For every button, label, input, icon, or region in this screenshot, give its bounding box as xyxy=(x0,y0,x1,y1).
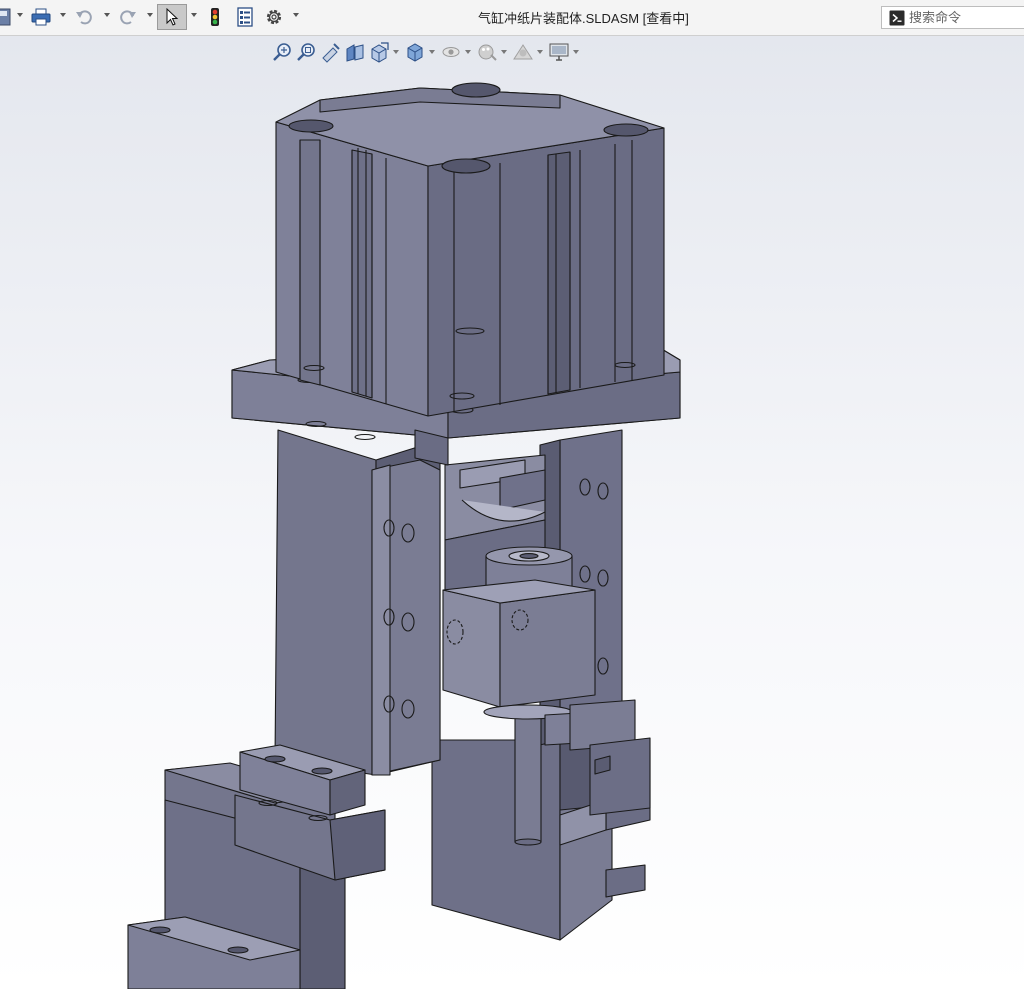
save-dropdown-arrow[interactable] xyxy=(17,13,23,17)
file-properties-icon xyxy=(237,7,253,27)
pneumatic-cylinder xyxy=(275,82,665,417)
window-title: 气缸冲纸片装配体.SLDASM [查看中] xyxy=(478,11,689,26)
select-button[interactable] xyxy=(157,4,187,30)
options-dropdown-arrow[interactable] xyxy=(293,13,299,17)
redo-icon xyxy=(120,10,136,25)
search-box[interactable] xyxy=(881,6,1024,29)
print-icon xyxy=(31,8,51,26)
command-prompt-icon xyxy=(889,10,905,25)
options-gear-icon xyxy=(266,9,282,25)
options-button[interactable] xyxy=(263,4,285,30)
graphics-area[interactable] xyxy=(0,36,1024,989)
print-dropdown-arrow[interactable] xyxy=(60,13,66,17)
redo-button[interactable] xyxy=(117,4,139,30)
save-icon xyxy=(0,8,11,26)
select-dropdown-arrow[interactable] xyxy=(191,13,197,17)
undo-dropdown-arrow[interactable] xyxy=(104,13,110,17)
select-cursor-icon xyxy=(166,8,179,26)
undo-button[interactable] xyxy=(73,4,95,30)
rebuild-button[interactable] xyxy=(205,4,225,30)
search-input[interactable] xyxy=(905,10,1019,25)
traffic-light-icon xyxy=(211,8,219,26)
assembly-3d-model[interactable] xyxy=(0,36,1024,989)
title-bar: 气缸冲纸片装配体.SLDASM [查看中] xyxy=(0,0,1024,36)
undo-icon xyxy=(76,10,92,25)
file-properties-button[interactable] xyxy=(234,4,256,30)
print-button[interactable] xyxy=(30,4,52,30)
redo-dropdown-arrow[interactable] xyxy=(147,13,153,17)
front-guide-plate xyxy=(371,459,441,776)
save-button[interactable] xyxy=(0,4,12,30)
